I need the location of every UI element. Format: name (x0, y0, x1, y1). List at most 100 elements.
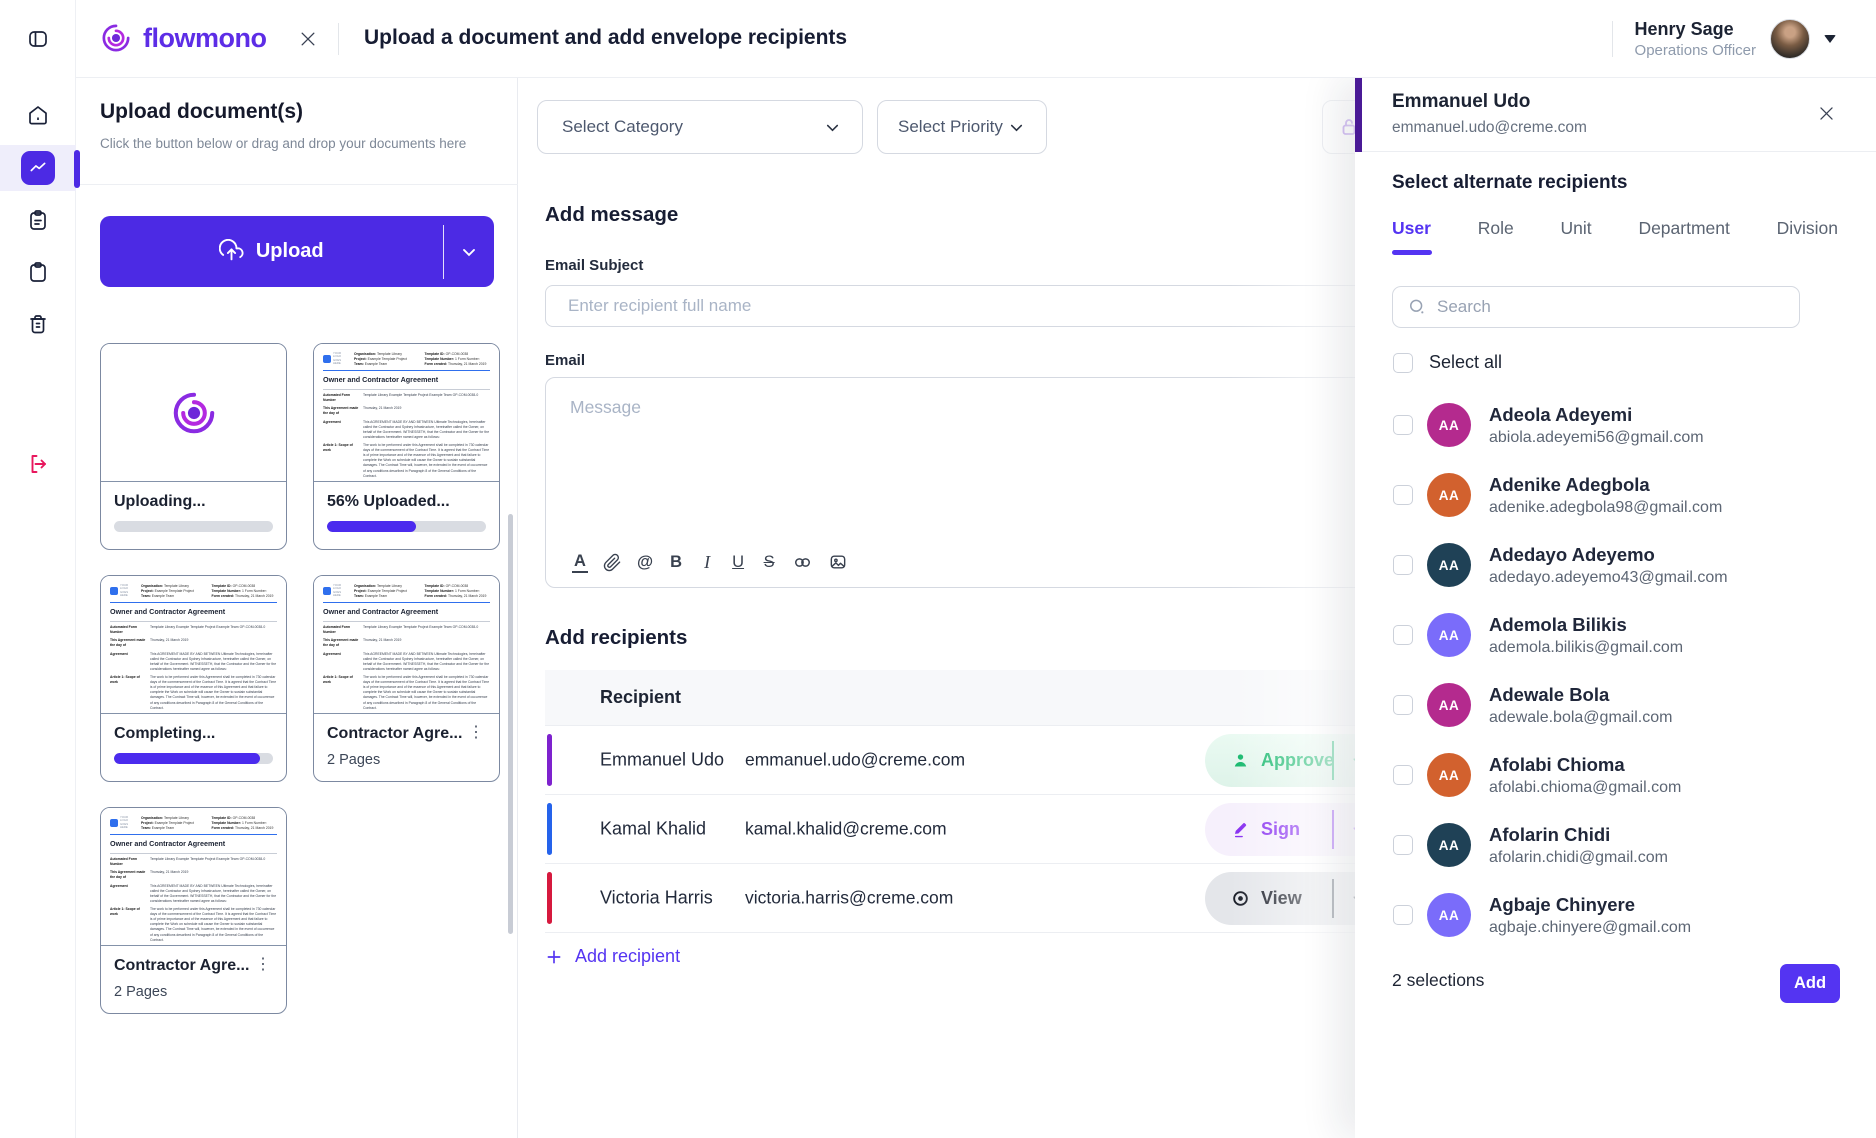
user-checkbox[interactable] (1393, 485, 1413, 505)
sidebar-item-analytics[interactable] (0, 145, 76, 191)
document-pages: 2 Pages (327, 752, 486, 768)
document-card[interactable]: YOUR LOGO GOES HERE Organisation: Templa… (100, 807, 287, 1014)
user-list: AA Adeola Adeyemi abiola.adeyemi56@gmail… (1355, 390, 1876, 950)
user-role: Operations Officer (1635, 42, 1756, 59)
document-thumbnail: YOUR LOGO GOES HERE Organisation: Templa… (101, 576, 286, 714)
pen-icon (1231, 820, 1250, 839)
document-thumbnail: YOUR LOGO GOES HERE Organisation: Templa… (101, 808, 286, 946)
user-list-item[interactable]: AA Ademola Bilikis ademola.bilikis@gmail… (1355, 600, 1876, 670)
document-card[interactable]: YOUR LOGO GOES HERE Organisation: Templa… (313, 575, 500, 782)
recipient-accent-bar (547, 734, 552, 786)
user-checkbox[interactable] (1393, 905, 1413, 925)
priority-select[interactable]: Select Priority (877, 100, 1047, 154)
text-color-icon[interactable]: A (572, 551, 588, 573)
search-field[interactable] (1392, 286, 1800, 328)
user-list-email: adewale.bola@gmail.com (1489, 709, 1672, 727)
sidebar-item-trash[interactable] (0, 307, 76, 341)
attachment-icon[interactable] (603, 551, 622, 573)
document-preview: YOUR LOGO GOES HERE Organisation: Templa… (101, 576, 286, 713)
recipient-action-label: Approve (1261, 750, 1334, 771)
user-list-name: Adewale Bola (1489, 684, 1672, 706)
alternate-recipients-panel: Emmanuel Udo emmanuel.udo@creme.com Sele… (1355, 78, 1876, 1138)
document-card-footer: Contractor Agre... ⋮ 2 Pages (314, 714, 499, 781)
avatar: AA (1427, 683, 1471, 727)
app-header: flowmono Upload a document and add envel… (76, 0, 1876, 78)
add-recipients-title: Add recipients (545, 626, 687, 650)
italic-icon[interactable]: I (699, 551, 715, 573)
add-button[interactable]: Add (1780, 964, 1840, 1003)
user-text: Adeola Adeyemi abiola.adeyemi56@gmail.co… (1489, 404, 1704, 447)
user-menu[interactable]: Henry Sage Operations Officer (1612, 0, 1836, 78)
upload-progress-bar (327, 521, 486, 532)
user-avatar[interactable] (1770, 19, 1810, 59)
user-checkbox[interactable] (1393, 835, 1413, 855)
user-checkbox[interactable] (1393, 695, 1413, 715)
upload-progress-bar (114, 753, 273, 764)
panel-tab[interactable]: Department (1638, 218, 1729, 255)
document-preview: YOUR LOGO GOES HERE Organisation: Templa… (314, 344, 499, 481)
sidebar-item-home[interactable] (0, 98, 76, 132)
trash-icon (26, 312, 50, 336)
user-list-item[interactable]: AA Afolarin Chidi afolarin.chidi@gmail.c… (1355, 810, 1876, 880)
user-list-item[interactable]: AA Adeola Adeyemi abiola.adeyemi56@gmail… (1355, 390, 1876, 460)
chevron-down-icon (1007, 118, 1026, 137)
sidebar-item-clipboard[interactable] (0, 255, 76, 289)
recipient-email: emmanuel.udo@creme.com (745, 750, 965, 771)
user-list-item[interactable]: AA Adenike Adegbola adenike.adegbola98@g… (1355, 460, 1876, 530)
user-list-item[interactable]: AA Afolabi Chioma afolabi.chioma@gmail.c… (1355, 740, 1876, 810)
sidebar-rail (0, 0, 76, 1138)
eye-icon (1231, 889, 1250, 908)
page-title: Upload a document and add envelope recip… (364, 26, 847, 50)
panel-tab[interactable]: User (1392, 218, 1431, 255)
link-icon[interactable] (792, 551, 813, 573)
image-icon[interactable] (828, 551, 848, 573)
flowmono-logo[interactable]: flowmono (98, 20, 266, 56)
kebab-menu-icon[interactable]: ⋮ (253, 957, 273, 973)
user-divider (1612, 21, 1613, 57)
document-card[interactable]: YOUR LOGO GOES HERE Organisation: Templa… (100, 575, 287, 782)
bold-icon[interactable]: B (668, 551, 684, 573)
select-all-row[interactable]: Select all (1393, 352, 1502, 373)
document-card[interactable]: Uploading... (100, 343, 287, 550)
brand-wordmark: flowmono (143, 23, 266, 54)
strikethrough-icon[interactable]: S (761, 551, 777, 573)
document-thumbnail: YOUR LOGO GOES HERE Organisation: Templa… (314, 344, 499, 482)
panel-tab[interactable]: Unit (1561, 218, 1592, 255)
scrollbar-thumb[interactable] (508, 514, 513, 934)
user-list-item[interactable]: AA Adewale Bola adewale.bola@gmail.com (1355, 670, 1876, 740)
user-list-name: Afolabi Chioma (1489, 754, 1681, 776)
mention-icon[interactable]: @ (637, 551, 653, 573)
panel-tab[interactable]: Division (1777, 218, 1838, 255)
search-icon (1407, 297, 1427, 317)
close-panel-icon[interactable] (1817, 104, 1836, 123)
document-status-label: Contractor Agre... (327, 725, 462, 743)
add-recipient-button[interactable]: Add recipient (545, 946, 680, 967)
priority-select-value: Select Priority (898, 117, 1003, 137)
avatar: AA (1427, 613, 1471, 657)
panel-tab[interactable]: Role (1478, 218, 1514, 255)
user-checkbox[interactable] (1393, 555, 1413, 575)
user-checkbox[interactable] (1393, 415, 1413, 435)
user-checkbox[interactable] (1393, 625, 1413, 645)
user-text: Afolabi Chioma afolabi.chioma@gmail.com (1489, 754, 1681, 797)
select-all-checkbox[interactable] (1393, 353, 1413, 373)
select-all-label: Select all (1429, 352, 1502, 373)
user-list-item[interactable]: AA Adedayo Adeyemo adedayo.adeyemo43@gma… (1355, 530, 1876, 600)
user-list-item[interactable]: AA Agbaje Chinyere agbaje.chinyere@gmail… (1355, 880, 1876, 950)
doc-logo-icon (323, 355, 331, 363)
close-envelope-icon[interactable] (298, 29, 318, 49)
kebab-menu-icon[interactable]: ⋮ (466, 725, 486, 741)
sidebar-item-tasks[interactable] (0, 203, 76, 237)
sidebar-toggle-icon[interactable] (0, 22, 76, 56)
document-pages: 2 Pages (114, 984, 273, 1000)
document-card[interactable]: YOUR LOGO GOES HERE Organisation: Templa… (313, 343, 500, 550)
user-checkbox[interactable] (1393, 765, 1413, 785)
user-text: Adedayo Adeyemo adedayo.adeyemo43@gmail.… (1489, 544, 1728, 587)
document-thumbnail (101, 344, 286, 482)
logout-button[interactable] (0, 447, 76, 481)
search-input[interactable] (1437, 297, 1799, 317)
underline-icon[interactable]: U (730, 551, 746, 573)
category-select[interactable]: Select Category (537, 100, 863, 154)
chevron-down-icon (823, 118, 842, 137)
user-caret-icon[interactable] (1824, 35, 1836, 43)
